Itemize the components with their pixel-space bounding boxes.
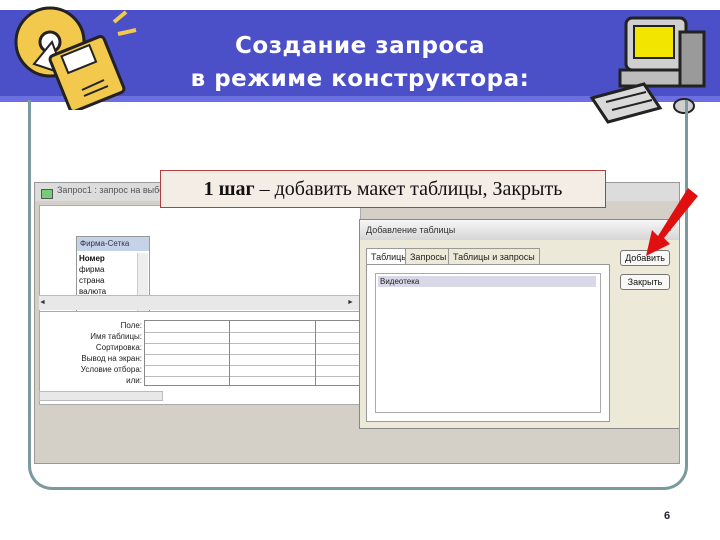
query-grid-column[interactable]	[144, 320, 230, 386]
grid-label-criteria: Условие отбора:	[80, 365, 142, 374]
query-grid-scrollbar[interactable]	[39, 391, 163, 401]
grid-label-or: или:	[126, 376, 142, 385]
slide-title-line1: Создание запроса	[235, 33, 485, 59]
page-number: 6	[664, 510, 671, 522]
list-item[interactable]: фирма	[79, 264, 135, 275]
add-table-dialog-title: Добавление таблицы	[360, 220, 679, 240]
slide-title: Создание запроса в режиме конструктора:	[150, 30, 570, 96]
grid-label-field: Поле:	[120, 321, 142, 330]
query-grid-column[interactable]	[316, 320, 360, 386]
add-table-dialog: Добавление таблицы × Таблицы Запросы Таб…	[359, 219, 679, 429]
scroll-right-icon[interactable]: ►	[347, 299, 354, 306]
grid-label-table: Имя таблицы:	[90, 332, 142, 341]
table-area-scrollbar[interactable]	[39, 295, 359, 310]
grid-label-sort: Сортировка:	[95, 343, 142, 352]
red-arrow-icon	[646, 188, 698, 256]
step-instruction: – добавить макет таблицы, Закрыть	[254, 178, 563, 200]
close-button[interactable]: Закрыть	[620, 274, 670, 290]
tab-tables-and-queries[interactable]: Таблицы и запросы	[448, 248, 540, 264]
grid-label-show: Вывод на экран:	[81, 354, 142, 363]
table-field-list-items: Номер фирма страна валюта	[79, 253, 135, 297]
scroll-left-icon[interactable]: ◄	[39, 299, 46, 306]
query-grid-column[interactable]	[230, 320, 316, 386]
query-grid-row-labels: Поле: Имя таблицы: Сортировка: Вывод на …	[42, 320, 142, 386]
list-item[interactable]: Видеотека	[378, 276, 596, 287]
tables-tab-panel: Видеотека	[366, 264, 610, 422]
step-number: 1 шаг	[203, 178, 255, 200]
disc-clipart-icon	[14, 6, 137, 110]
tables-list[interactable]: Видеотека	[375, 273, 601, 413]
tab-queries[interactable]: Запросы	[405, 248, 452, 264]
list-item[interactable]: страна	[79, 275, 135, 286]
access-query-designer-screenshot: Запрос1 : запрос на выборку Фирма-Сетка …	[34, 182, 680, 464]
table-field-list-title: Фирма-Сетка	[77, 237, 149, 251]
query-window-icon	[41, 189, 53, 199]
step-callout: 1 шаг – добавить макет таблицы, Закрыть	[160, 170, 606, 208]
list-item[interactable]: Номер	[79, 253, 135, 264]
slide-title-line2: в режиме конструктора:	[190, 66, 530, 92]
